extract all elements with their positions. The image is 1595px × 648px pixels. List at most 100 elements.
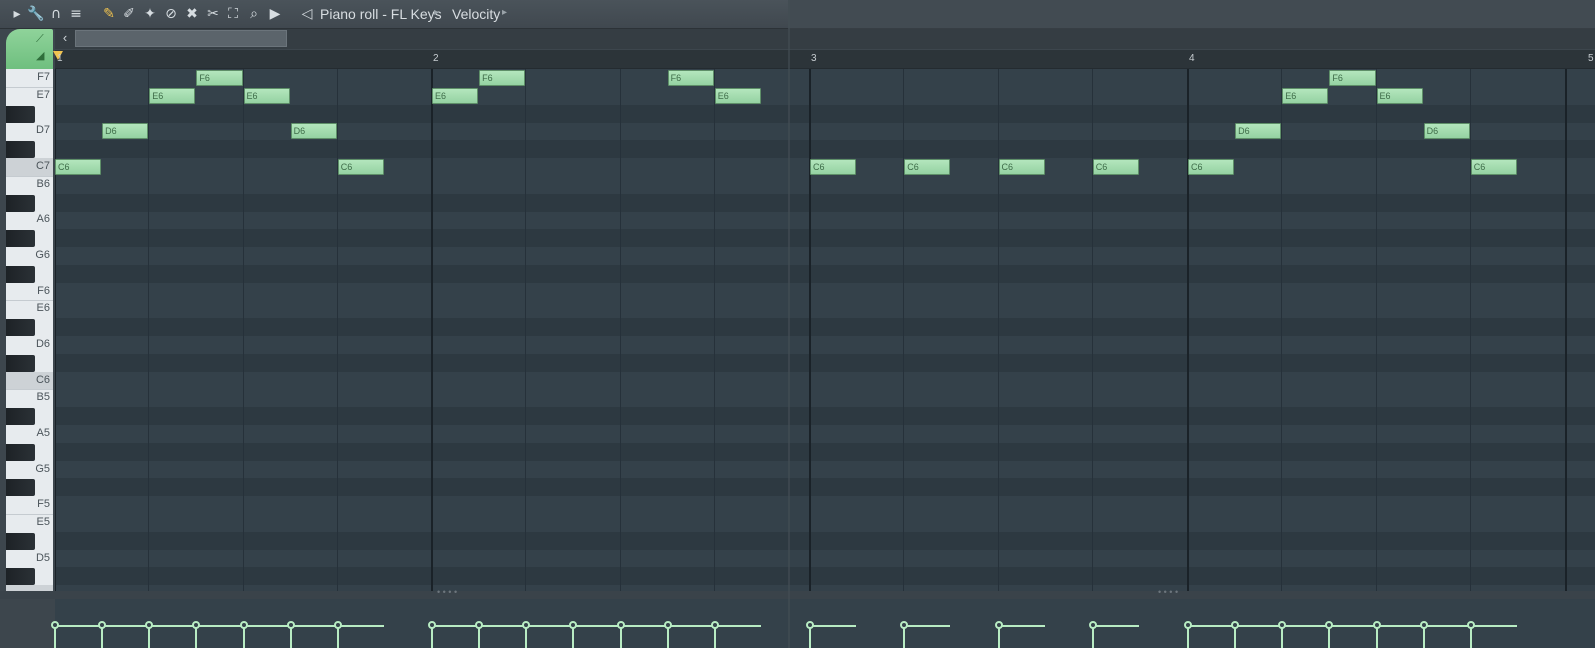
- black-key[interactable]: [6, 319, 35, 337]
- zoom-icon[interactable]: ⌕: [245, 5, 263, 23]
- velocity-handle[interactable]: [994, 621, 1003, 629]
- velocity-bar[interactable]: [1470, 625, 1517, 627]
- velocity-handle[interactable]: [286, 621, 295, 629]
- note-d6[interactable]: D6: [1423, 123, 1470, 140]
- mute-icon[interactable]: ✖: [183, 5, 201, 23]
- wrench-icon[interactable]: 🔧: [27, 5, 45, 23]
- delete-icon[interactable]: ⊘: [162, 5, 180, 23]
- play-arrow-icon[interactable]: ▸: [8, 5, 26, 23]
- breadcrumb-item[interactable]: Velocity: [452, 6, 500, 22]
- velocity-bar[interactable]: [55, 625, 102, 627]
- note-f6[interactable]: F6: [667, 70, 714, 86]
- velocity-bar[interactable]: [432, 625, 479, 627]
- velocity-bar[interactable]: [290, 625, 337, 627]
- black-key[interactable]: [6, 354, 35, 372]
- magic-icon[interactable]: ✦: [141, 5, 159, 23]
- velocity-bar[interactable]: [1188, 625, 1235, 627]
- velocity-bar[interactable]: [1282, 625, 1329, 627]
- black-key[interactable]: [6, 141, 35, 159]
- velocity-bar[interactable]: [479, 625, 526, 627]
- velocity-bar[interactable]: [998, 625, 1045, 627]
- velocity-lane[interactable]: [55, 599, 1595, 648]
- velocity-handle[interactable]: [663, 621, 672, 629]
- note-f6[interactable]: F6: [196, 70, 243, 86]
- scroll-left-icon[interactable]: ‹: [57, 30, 73, 46]
- velocity-bar[interactable]: [196, 625, 243, 627]
- velocity-bar[interactable]: [667, 625, 714, 627]
- black-key[interactable]: [6, 194, 35, 212]
- velocity-bar[interactable]: [904, 625, 951, 627]
- menu-icon[interactable]: ≡: [67, 5, 85, 23]
- velocity-handle[interactable]: [428, 621, 436, 629]
- velocity-bar[interactable]: [714, 625, 761, 627]
- black-key[interactable]: [6, 408, 35, 426]
- scrollbar-thumb[interactable]: [75, 30, 287, 47]
- velocity-handle[interactable]: [616, 621, 625, 629]
- note-f6[interactable]: F6: [479, 70, 526, 86]
- velocity-bar[interactable]: [526, 625, 573, 627]
- black-key[interactable]: [6, 230, 35, 248]
- note-d6[interactable]: D6: [102, 123, 149, 140]
- pencil-icon[interactable]: ✎: [100, 5, 118, 23]
- note-c6[interactable]: C6: [337, 159, 384, 175]
- velocity-bar[interactable]: [1092, 625, 1139, 627]
- breadcrumb-item[interactable]: Piano roll - FL Keys: [320, 6, 442, 22]
- velocity-bar[interactable]: [337, 625, 384, 627]
- note-c6[interactable]: C6: [55, 159, 102, 175]
- velocity-bar[interactable]: [1329, 625, 1376, 627]
- velocity-bar[interactable]: [1235, 625, 1282, 627]
- note-c6[interactable]: C6: [1092, 159, 1139, 175]
- velocity-handle[interactable]: [333, 621, 342, 629]
- piano-keyboard[interactable]: F7 E7 D7 C7 B6 A6 G6 F6 E6 D6 C6 B5 A5 G5 F5 E5 D5: [6, 69, 53, 591]
- black-key[interactable]: [6, 265, 35, 283]
- black-key[interactable]: [6, 532, 35, 550]
- black-key[interactable]: [6, 479, 35, 497]
- select-icon[interactable]: ⛶: [224, 5, 242, 23]
- velocity-handle[interactable]: [1184, 621, 1192, 629]
- timeline-ruler[interactable]: [55, 50, 1595, 69]
- slice-icon[interactable]: ✂: [204, 5, 222, 23]
- note-grid[interactable]: C6D6E6F6E6D6C6E6F6G6A6G6F6E6C6C6C6C6C6D6…: [55, 69, 1595, 591]
- key-divider: [6, 514, 53, 515]
- velocity-bar[interactable]: [573, 625, 620, 627]
- speaker-icon[interactable]: ◁: [298, 5, 316, 23]
- velocity-handle[interactable]: [1088, 621, 1097, 629]
- velocity-bar[interactable]: [149, 625, 196, 627]
- velocity-handle[interactable]: [710, 621, 719, 629]
- note-e6[interactable]: E6: [1376, 87, 1423, 104]
- tool-tab[interactable]: ⟋ ◢: [6, 29, 53, 69]
- note-c6[interactable]: C6: [810, 159, 857, 175]
- black-key[interactable]: [6, 443, 35, 461]
- note-e6[interactable]: E6: [714, 87, 761, 104]
- velocity-bar[interactable]: [243, 625, 290, 627]
- velocity-bar[interactable]: [620, 625, 667, 627]
- note-c6[interactable]: C6: [998, 159, 1045, 175]
- velocity-handle[interactable]: [239, 621, 248, 629]
- velocity-bar[interactable]: [102, 625, 149, 627]
- magnet-icon[interactable]: ∩: [47, 5, 65, 23]
- velocity-bar[interactable]: [1423, 625, 1470, 627]
- velocity-bar[interactable]: [810, 625, 857, 627]
- note-e6[interactable]: E6: [1282, 87, 1329, 104]
- playback-icon[interactable]: ▶: [266, 5, 284, 23]
- note-c6[interactable]: C6: [1470, 159, 1517, 175]
- velocity-handle[interactable]: [1419, 621, 1428, 629]
- black-key[interactable]: [6, 105, 35, 123]
- grid-row-dark: [55, 407, 1595, 426]
- note-c6[interactable]: C6: [1188, 159, 1235, 175]
- velocity-handle[interactable]: [806, 621, 814, 629]
- splitter-handle[interactable]: • • • • • • • •: [0, 587, 1595, 599]
- note-f6[interactable]: F6: [1329, 70, 1376, 86]
- note-e6[interactable]: E6: [432, 87, 479, 104]
- note-e6[interactable]: E6: [243, 87, 290, 104]
- note-e6[interactable]: E6: [149, 87, 196, 104]
- note-d6[interactable]: D6: [290, 123, 337, 140]
- note-c6[interactable]: C6: [904, 159, 951, 175]
- velocity-bar[interactable]: [1376, 625, 1423, 627]
- velocity-handle[interactable]: [1372, 621, 1381, 629]
- velocity-handle[interactable]: [1466, 621, 1475, 629]
- black-key[interactable]: [6, 568, 35, 586]
- velocity-handle[interactable]: [51, 621, 59, 629]
- note-d6[interactable]: D6: [1235, 123, 1282, 140]
- brush-icon[interactable]: ✐: [120, 5, 138, 23]
